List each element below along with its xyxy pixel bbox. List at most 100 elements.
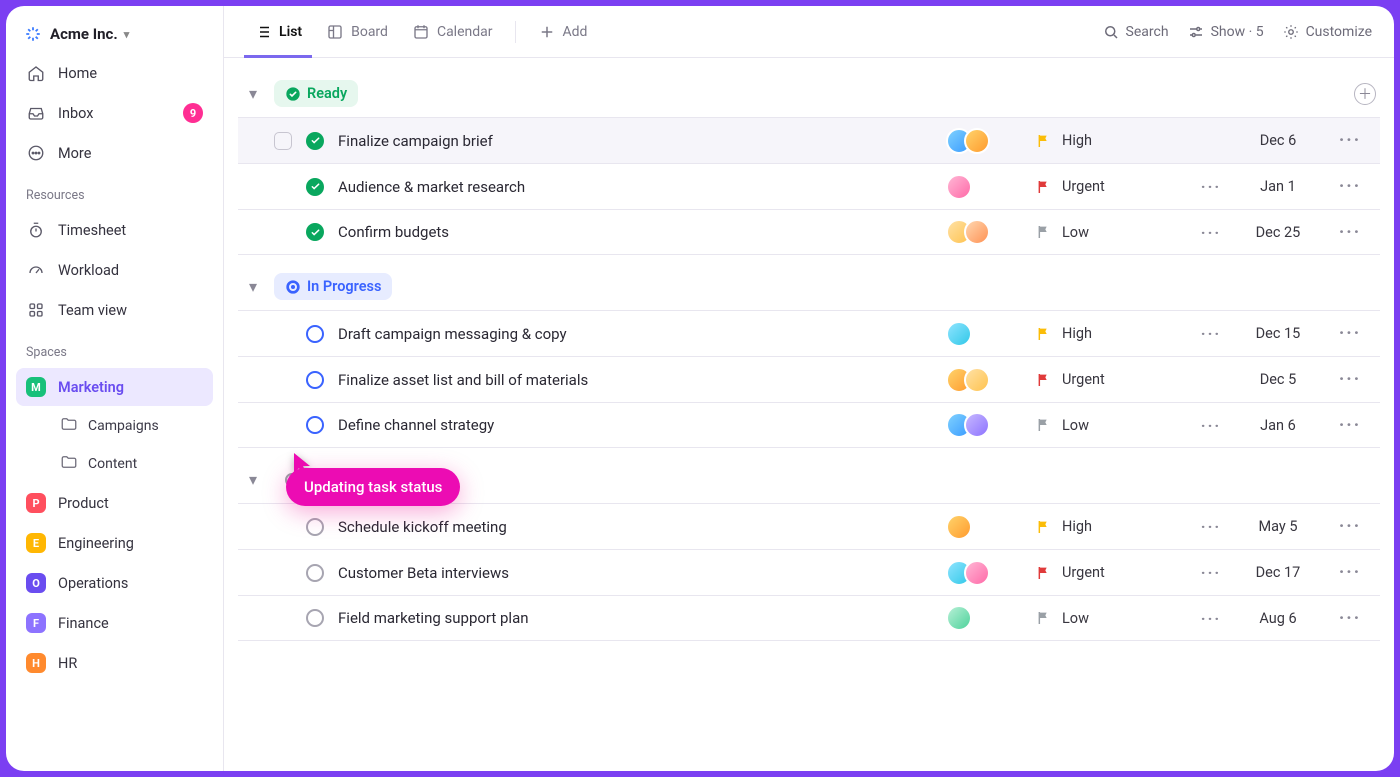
task-extras[interactable]: ··· (1186, 416, 1236, 435)
assignee-avatar[interactable] (964, 219, 990, 245)
task-date[interactable]: Dec 25 (1236, 224, 1320, 241)
task-menu[interactable]: ··· (1320, 516, 1380, 537)
assignee-avatar[interactable] (946, 605, 972, 631)
task-extras[interactable]: ··· (1186, 223, 1236, 242)
task-menu[interactable]: ··· (1320, 176, 1380, 197)
section-resources-label: Resources (16, 174, 213, 209)
task-row[interactable]: Finalize asset list and bill of material… (238, 356, 1380, 402)
task-priority[interactable]: Low (1036, 610, 1186, 627)
task-extras[interactable]: ··· (1186, 517, 1236, 536)
task-date[interactable]: Jan 6 (1236, 417, 1320, 434)
task-row[interactable]: Draft campaign messaging & copyHigh···De… (238, 310, 1380, 356)
task-menu[interactable]: ··· (1320, 130, 1380, 151)
task-priority[interactable]: Urgent (1036, 371, 1186, 388)
task-priority[interactable]: High (1036, 518, 1186, 535)
board-icon (326, 23, 344, 41)
status-indicator[interactable] (306, 416, 324, 434)
task-priority[interactable]: Urgent (1036, 178, 1186, 195)
collapse-toggle[interactable]: ▾ (242, 469, 264, 491)
task-menu[interactable]: ··· (1320, 369, 1380, 390)
resource-teamview[interactable]: Team view (16, 291, 213, 329)
space-product[interactable]: PProduct (16, 484, 213, 522)
task-row[interactable]: Audience & market researchUrgent···Jan 1… (238, 163, 1380, 209)
task-priority[interactable]: Low (1036, 417, 1186, 434)
status-indicator[interactable] (306, 132, 324, 150)
status-indicator[interactable] (306, 178, 324, 196)
status-indicator[interactable] (306, 223, 324, 241)
task-priority[interactable]: High (1036, 325, 1186, 342)
task-row[interactable]: Field marketing support planLow···Aug 6·… (238, 595, 1380, 641)
space-finance[interactable]: FFinance (16, 604, 213, 642)
assignee-avatar[interactable] (946, 174, 972, 200)
task-extras[interactable]: ··· (1186, 563, 1236, 582)
nav-inbox[interactable]: Inbox 9 (16, 94, 213, 132)
nav-home[interactable]: Home (16, 54, 213, 92)
status-indicator[interactable] (306, 325, 324, 343)
task-date[interactable]: Dec 5 (1236, 371, 1320, 388)
task-extras[interactable]: ··· (1186, 324, 1236, 343)
space-hr[interactable]: HHR (16, 644, 213, 682)
toolbar-label: Customize (1306, 24, 1372, 40)
status-pill-progress[interactable]: In Progress (274, 273, 392, 300)
space-marketing[interactable]: M Marketing (16, 368, 213, 406)
task-date[interactable]: May 5 (1236, 518, 1320, 535)
view-add[interactable]: Add (528, 6, 598, 58)
task-menu[interactable]: ··· (1320, 608, 1380, 629)
task-menu[interactable]: ··· (1320, 323, 1380, 344)
task-checkbox[interactable] (274, 132, 292, 150)
task-date[interactable]: Dec 6 (1236, 132, 1320, 149)
task-menu[interactable]: ··· (1320, 415, 1380, 436)
status-pill-ready[interactable]: Ready (274, 80, 358, 107)
toolbar-show[interactable]: Show · 5 (1187, 23, 1264, 41)
assignee-avatar[interactable] (964, 560, 990, 586)
folder-content[interactable]: Content (16, 446, 213, 482)
workspace-switcher[interactable]: Acme Inc. ▾ (16, 16, 213, 52)
nav-more[interactable]: More (16, 134, 213, 172)
resource-timesheet[interactable]: Timesheet (16, 211, 213, 249)
task-date[interactable]: Aug 6 (1236, 610, 1320, 627)
task-menu[interactable]: ··· (1320, 562, 1380, 583)
folder-campaigns[interactable]: Campaigns (16, 408, 213, 444)
folder-label: Campaigns (88, 418, 159, 434)
status-indicator[interactable] (306, 564, 324, 582)
task-row[interactable]: Schedule kickoff meetingHigh···May 5··· (238, 503, 1380, 549)
task-row[interactable]: Define channel strategyLow···Jan 6··· (238, 402, 1380, 448)
task-row[interactable]: Finalize campaign briefHighDec 6··· (238, 117, 1380, 163)
task-extras[interactable]: ··· (1186, 609, 1236, 628)
task-date[interactable]: Dec 15 (1236, 325, 1320, 342)
assignee-avatar[interactable] (964, 412, 990, 438)
task-priority[interactable]: High (1036, 132, 1186, 149)
gauge-icon (26, 260, 46, 280)
collapse-toggle[interactable]: ▾ (242, 276, 264, 298)
space-operations[interactable]: OOperations (16, 564, 213, 602)
priority-label: Urgent (1062, 564, 1105, 581)
task-row[interactable]: Confirm budgetsLow···Dec 25··· (238, 209, 1380, 255)
resource-workload[interactable]: Workload (16, 251, 213, 289)
main-panel: List Board Calendar Add Search Show · 5 … (224, 6, 1394, 771)
task-priority[interactable]: Low (1036, 224, 1186, 241)
assignee-avatar[interactable] (964, 367, 990, 393)
task-date[interactable]: Jan 1 (1236, 178, 1320, 195)
task-extras[interactable]: ··· (1186, 177, 1236, 196)
status-label: Ready (307, 85, 347, 102)
status-indicator[interactable] (306, 518, 324, 536)
task-priority[interactable]: Urgent (1036, 564, 1186, 581)
task-row[interactable]: Customer Beta interviewsUrgent···Dec 17·… (238, 549, 1380, 595)
assignee-avatar[interactable] (946, 514, 972, 540)
status-label: In Progress (307, 278, 381, 295)
toolbar-customize[interactable]: Customize (1282, 23, 1372, 41)
view-tab-calendar[interactable]: Calendar (402, 6, 503, 58)
toolbar-search[interactable]: Search (1102, 23, 1169, 41)
assignee-avatar[interactable] (946, 321, 972, 347)
collapse-toggle[interactable]: ▾ (242, 83, 264, 105)
task-date[interactable]: Dec 17 (1236, 564, 1320, 581)
view-tab-board[interactable]: Board (316, 6, 398, 58)
view-toolbar: List Board Calendar Add Search Show · 5 … (224, 6, 1394, 58)
view-tab-list[interactable]: List (244, 6, 312, 58)
status-indicator[interactable] (306, 609, 324, 627)
add-task-button[interactable]: ＋ (1354, 83, 1376, 105)
assignee-avatar[interactable] (964, 128, 990, 154)
space-engineering[interactable]: EEngineering (16, 524, 213, 562)
status-indicator[interactable] (306, 371, 324, 389)
task-menu[interactable]: ··· (1320, 222, 1380, 243)
